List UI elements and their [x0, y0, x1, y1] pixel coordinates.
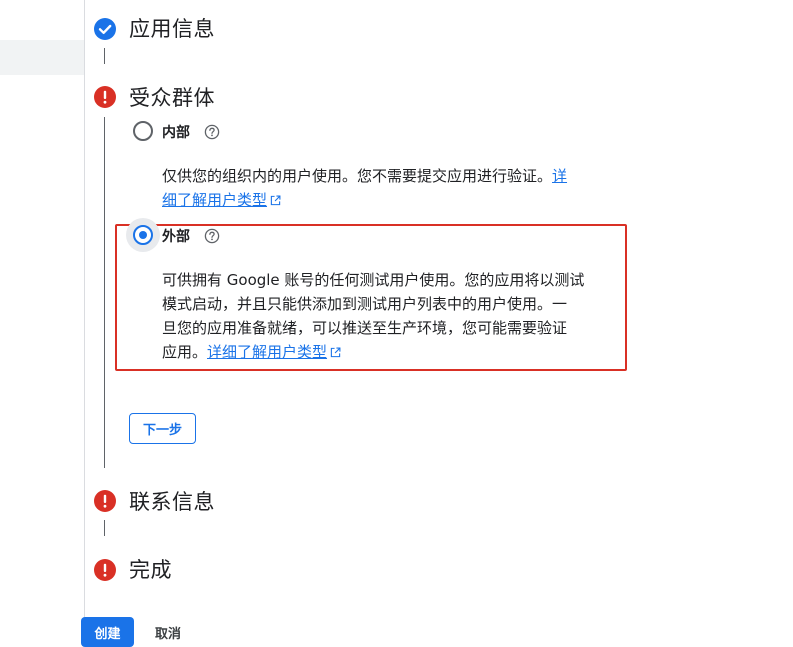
open-in-new-icon: [330, 347, 341, 358]
external-learn-more-link[interactable]: 详细了解用户类型: [207, 343, 327, 361]
step-connector: [104, 48, 105, 64]
step-connector: [104, 520, 105, 536]
internal-description: 仅供您的组织内的用户使用。您不需要提交应用进行验证。详 细了解用户类型: [162, 164, 602, 212]
next-step-button[interactable]: 下一步: [129, 413, 196, 444]
error-circle-icon: [94, 490, 116, 512]
error-circle-icon: [94, 559, 116, 581]
help-icon[interactable]: [204, 124, 220, 140]
external-desc-line3: 旦您的应用准备就绪，可以推送至生产环境，您可能需要验证: [162, 319, 568, 337]
help-icon[interactable]: [204, 228, 220, 244]
external-desc-line4: 应用。: [162, 343, 208, 361]
step-title-app-info[interactable]: 应用信息: [129, 13, 215, 43]
radio-external[interactable]: [133, 225, 153, 245]
step-connector: [104, 117, 105, 468]
error-circle-icon: [94, 86, 116, 108]
left-nav-selected-item[interactable]: [0, 40, 84, 75]
external-description: 可供拥有 Google 账号的任何测试用户使用。您的应用将以测试 模式启动，并且…: [162, 268, 612, 364]
cancel-button[interactable]: 取消: [143, 617, 193, 647]
check-circle-icon: [94, 18, 116, 40]
create-button[interactable]: 创建: [81, 617, 134, 647]
radio-internal-label[interactable]: 内部: [162, 122, 190, 142]
external-desc-line1: 可供拥有 Google 账号的任何测试用户使用。您的应用将以测试: [162, 271, 585, 289]
step-title-contact[interactable]: 联系信息: [129, 486, 215, 516]
internal-desc-text: 仅供您的组织内的用户使用。您不需要提交应用进行验证。: [162, 167, 553, 185]
external-desc-line2: 模式启动，并且只能供添加到测试用户列表中的用户使用。一: [162, 295, 568, 313]
step-title-finish[interactable]: 完成: [129, 554, 172, 584]
internal-learn-more-link-part1[interactable]: 详: [552, 167, 567, 185]
radio-internal[interactable]: [133, 121, 153, 141]
internal-learn-more-link[interactable]: 细了解用户类型: [162, 191, 267, 209]
step-title-audience[interactable]: 受众群体: [129, 82, 215, 112]
radio-external-label[interactable]: 外部: [162, 226, 190, 246]
left-nav-panel: [0, 0, 85, 644]
open-in-new-icon: [270, 195, 281, 206]
